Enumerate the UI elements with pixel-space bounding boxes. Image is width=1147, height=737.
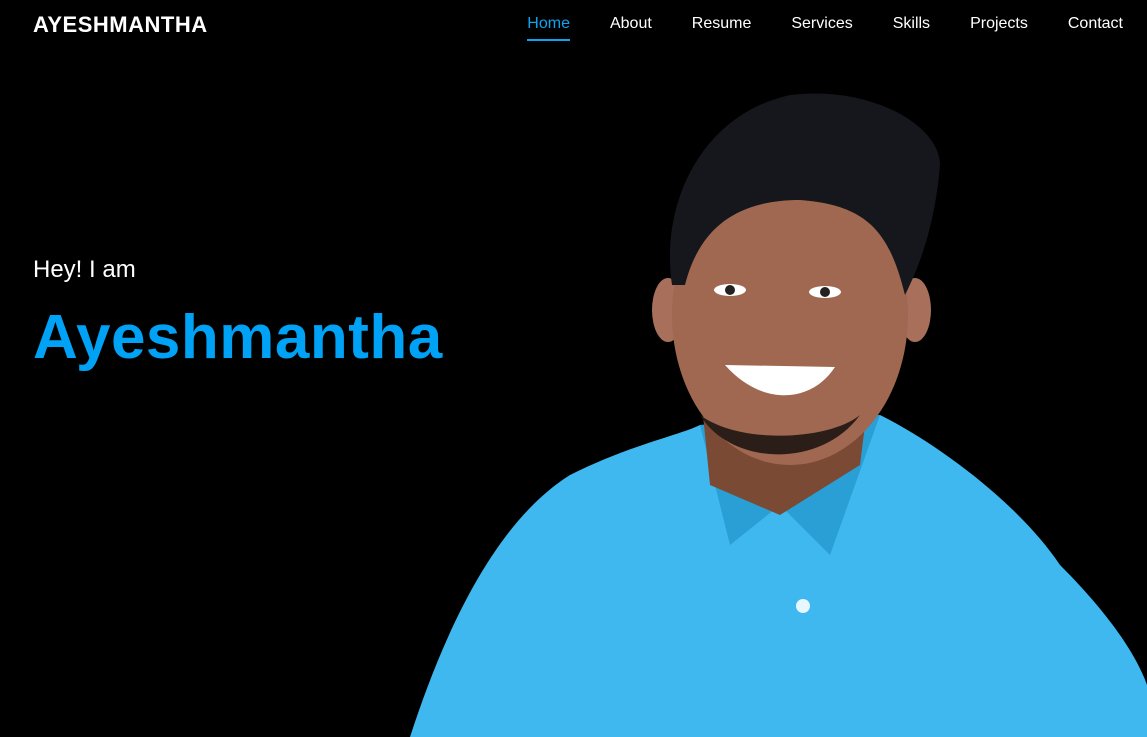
main-nav: Home About Resume Services Skills Projec… (527, 15, 1123, 41)
nav-resume[interactable]: Resume (692, 15, 752, 39)
profile-photo (410, 93, 1147, 737)
site-logo[interactable]: AYESHMANTHA (33, 12, 208, 38)
hero-greeting: Hey! I am (33, 256, 136, 283)
nav-projects[interactable]: Projects (970, 15, 1028, 39)
nav-services[interactable]: Services (791, 15, 852, 39)
shirt-button (796, 599, 810, 613)
hero-name: Ayeshmantha (33, 303, 443, 372)
nav-skills[interactable]: Skills (893, 15, 930, 39)
nav-home[interactable]: Home (527, 15, 570, 41)
nav-contact[interactable]: Contact (1068, 15, 1123, 39)
nav-about[interactable]: About (610, 15, 652, 39)
